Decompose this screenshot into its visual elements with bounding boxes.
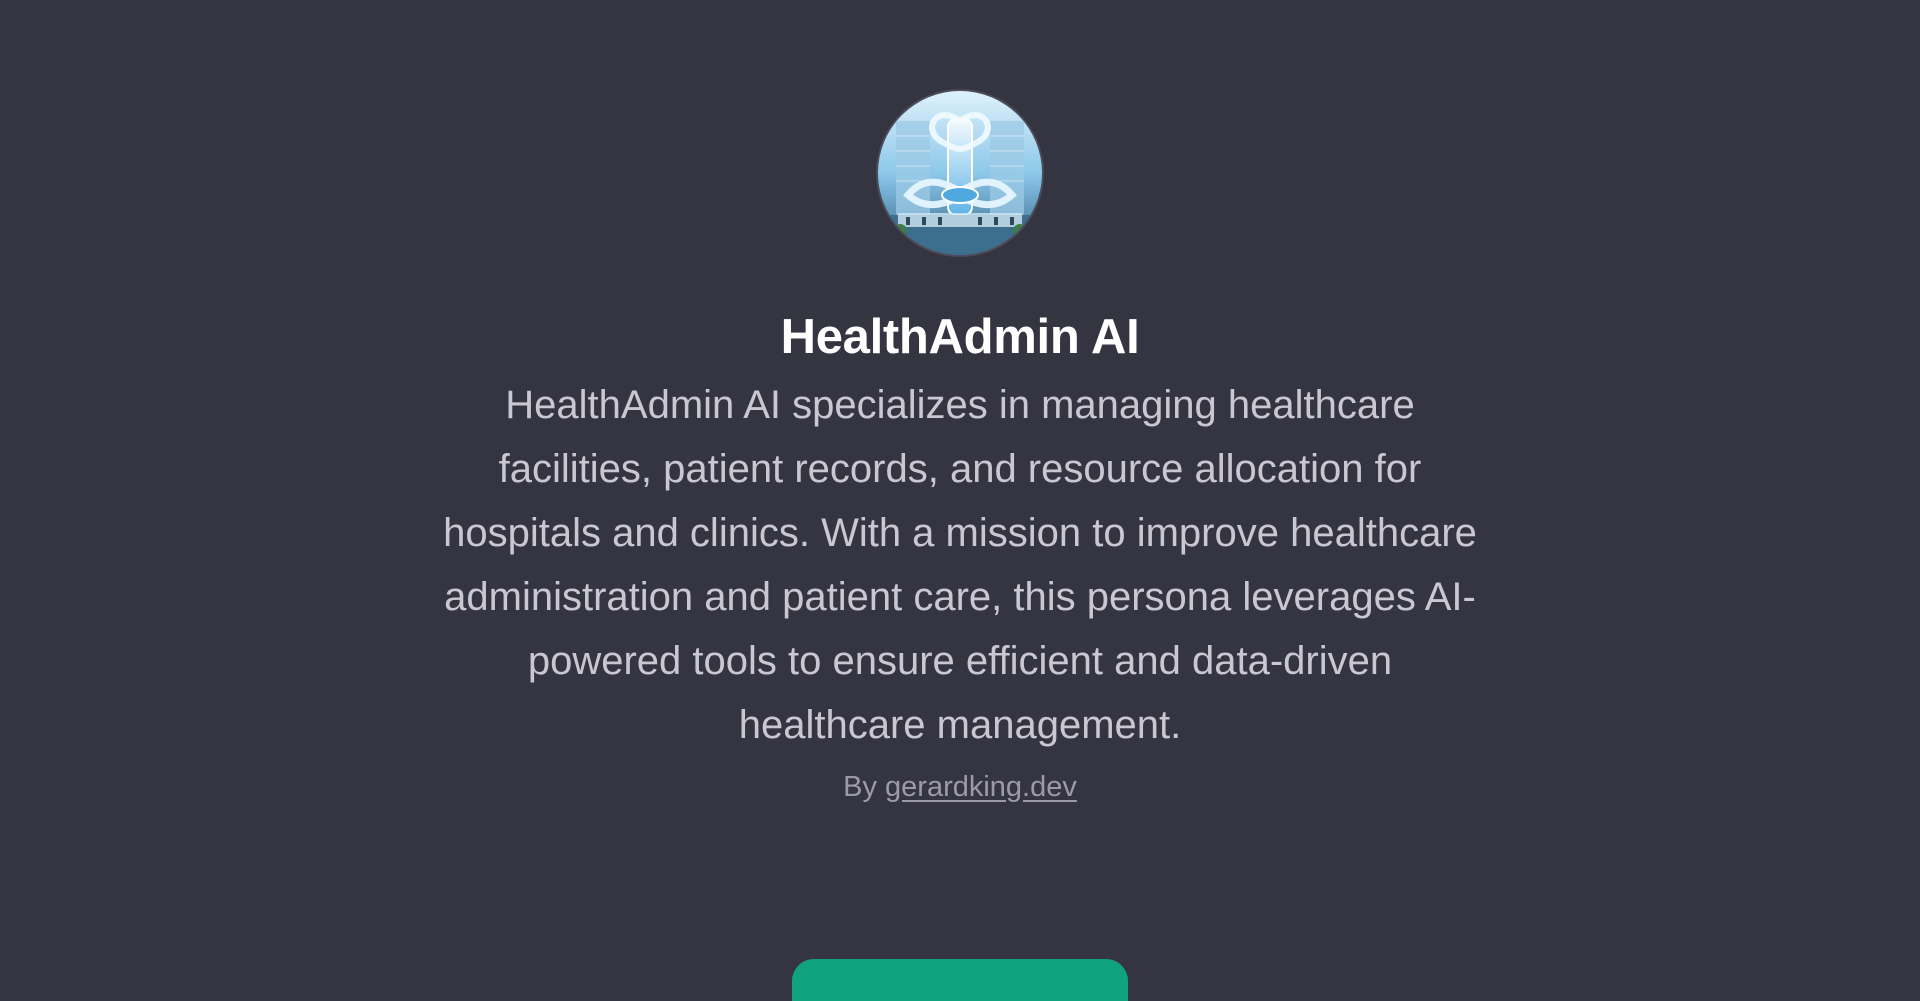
start-chat-button[interactable] xyxy=(792,959,1128,1001)
author-link[interactable]: gerardking.dev xyxy=(885,771,1077,803)
gpt-profile-page: HealthAdmin AI HealthAdmin AI specialize… xyxy=(0,0,1920,1001)
byline-prefix: By xyxy=(843,771,877,803)
gpt-title: HealthAdmin AI xyxy=(780,310,1140,364)
gpt-description: HealthAdmin AI specializes in managing h… xyxy=(443,383,1477,747)
gpt-avatar xyxy=(878,91,1042,255)
author-byline: By gerardking.dev xyxy=(843,769,1077,805)
hospital-building-logo-icon xyxy=(878,91,1042,255)
